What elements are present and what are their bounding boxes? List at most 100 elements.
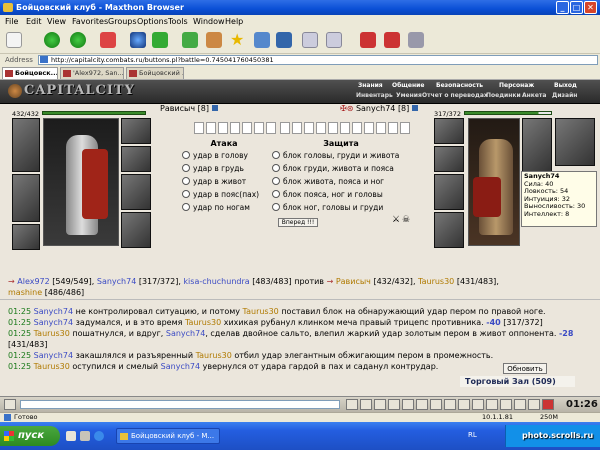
tab-alex972[interactable]: 'Alex972, San... (60, 67, 124, 79)
stop-icon[interactable] (100, 32, 116, 48)
nav-character[interactable]: Персонаж (499, 81, 534, 90)
refresh-button[interactable]: Обновить (503, 363, 547, 374)
close-tab-icon[interactable] (360, 32, 376, 48)
radio-icon[interactable] (272, 177, 280, 185)
effect-icon[interactable] (242, 122, 252, 134)
info-icon[interactable] (411, 105, 418, 111)
nav-exit[interactable]: Выход (554, 81, 577, 90)
left-fighter-name[interactable]: Рависыч (160, 104, 195, 113)
nav-skills[interactable]: Умения (396, 91, 422, 100)
chat-icon[interactable] (430, 399, 442, 410)
defense-option-3[interactable]: блок живота, пояса и ног (272, 177, 384, 187)
back-icon[interactable] (44, 32, 60, 48)
layout-icon[interactable] (302, 32, 318, 48)
language-indicator[interactable]: RL (468, 431, 477, 439)
defense-option-4[interactable]: блок пояса, ног и головы (272, 190, 383, 200)
left-shield-slot[interactable] (12, 174, 40, 222)
team-member[interactable]: Alex972 (17, 277, 49, 286)
left-character-image[interactable] (43, 118, 119, 246)
radio-icon[interactable] (182, 177, 190, 185)
chat-icon[interactable] (528, 399, 540, 410)
menu-tools[interactable]: Tools (168, 15, 188, 28)
start-button[interactable]: пуск (0, 426, 60, 446)
radio-icon[interactable] (182, 190, 190, 198)
radio-icon[interactable] (272, 203, 280, 211)
right-ring-slot[interactable] (555, 118, 595, 166)
right-helm-slot[interactable] (434, 118, 464, 144)
effect-icon[interactable] (364, 122, 374, 134)
combats-logo-icon[interactable] (542, 399, 554, 410)
effect-icon[interactable] (304, 122, 314, 134)
chat-icon[interactable] (514, 399, 526, 410)
trade-room-label[interactable]: Торговый Зал (509) (460, 376, 575, 387)
quicklaunch-icon[interactable] (94, 431, 104, 441)
clear-icon[interactable] (360, 399, 372, 410)
chat-icon[interactable] (416, 399, 428, 410)
attack-option-belly[interactable]: удар в живот (182, 177, 246, 187)
chat-icon[interactable] (458, 399, 470, 410)
nav-battles[interactable]: Поединки (486, 91, 521, 100)
chat-input[interactable] (20, 400, 340, 409)
right-bracers-slot[interactable] (434, 146, 464, 172)
update-icon[interactable] (152, 32, 168, 48)
screen-icon[interactable] (254, 32, 270, 48)
nav-profile[interactable]: Анкета (522, 91, 546, 100)
translit-icon[interactable] (388, 399, 400, 410)
quicklaunch-icon[interactable] (66, 431, 76, 441)
nav-design[interactable]: Дизайн (552, 91, 577, 100)
taskbar-button-browser[interactable]: Бойцовский клуб - M... (116, 428, 220, 444)
maximize-button[interactable]: □ (570, 1, 583, 14)
chat-icon[interactable] (444, 399, 456, 410)
attack-option-chest[interactable]: удар в грудь (182, 164, 244, 174)
menu-view[interactable]: View (47, 15, 66, 28)
defense-option-2[interactable]: блок груди, живота и пояса (272, 164, 394, 174)
effect-icon[interactable] (218, 122, 228, 134)
team-member[interactable]: Рависыч (336, 277, 371, 286)
menu-window[interactable]: Window (193, 15, 225, 28)
tab-fight-club[interactable]: Бойцовск... (2, 67, 58, 79)
effect-icon[interactable] (328, 122, 338, 134)
favorites-star-icon[interactable]: ★ (230, 32, 246, 48)
nav-inventory[interactable]: Инвентарь (356, 91, 393, 100)
defense-option-5[interactable]: блок ног, головы и груди (272, 203, 383, 213)
filter-icon[interactable] (374, 399, 386, 410)
left-bracers-slot[interactable] (121, 146, 151, 172)
right-character-image[interactable] (468, 118, 520, 246)
radio-icon[interactable] (272, 190, 280, 198)
left-armor-slot[interactable] (121, 174, 151, 210)
home-icon[interactable] (206, 32, 222, 48)
radio-icon[interactable] (182, 151, 190, 159)
new-page-icon[interactable] (6, 32, 22, 48)
menu-edit[interactable]: Edit (26, 15, 42, 28)
forward-button[interactable]: Вперед !!! (278, 218, 318, 227)
radio-icon[interactable] (272, 151, 280, 159)
menu-options[interactable]: Options (137, 15, 168, 28)
columns-icon[interactable] (326, 32, 342, 48)
close-button[interactable]: ✕ (584, 1, 597, 14)
close-all-icon[interactable] (384, 32, 400, 48)
nav-security[interactable]: Безопасность (436, 81, 483, 90)
sword-icon[interactable]: ⚔ (392, 215, 400, 225)
radio-icon[interactable] (272, 164, 280, 172)
nav-communication[interactable]: Общение (392, 81, 424, 90)
left-belt-slot[interactable] (12, 224, 40, 250)
left-weapon-slot[interactable] (12, 118, 40, 172)
nav-transfers[interactable]: Отчет о переводах (422, 91, 488, 100)
effect-icon[interactable] (266, 122, 276, 134)
menu-favorites[interactable]: Favorites (72, 15, 108, 28)
refresh-icon[interactable] (130, 32, 146, 48)
menu-file[interactable]: File (5, 15, 18, 28)
effect-icon[interactable] (340, 122, 350, 134)
effect-icon[interactable] (230, 122, 240, 134)
undo-icon[interactable] (276, 32, 292, 48)
menu-groups[interactable]: Groups (108, 15, 137, 28)
team-member[interactable]: Sanych74 (97, 277, 136, 286)
radio-icon[interactable] (182, 203, 190, 211)
right-armor-slot[interactable] (434, 174, 464, 210)
team-member[interactable]: mashine (8, 288, 42, 297)
right-weapon-slot[interactable] (522, 118, 552, 172)
effect-icon[interactable] (376, 122, 386, 134)
effect-icon[interactable] (316, 122, 326, 134)
minimize-button[interactable]: _ (556, 1, 569, 14)
address-input[interactable]: http://capitalcity.combats.ru/buttons.pl… (38, 55, 598, 65)
